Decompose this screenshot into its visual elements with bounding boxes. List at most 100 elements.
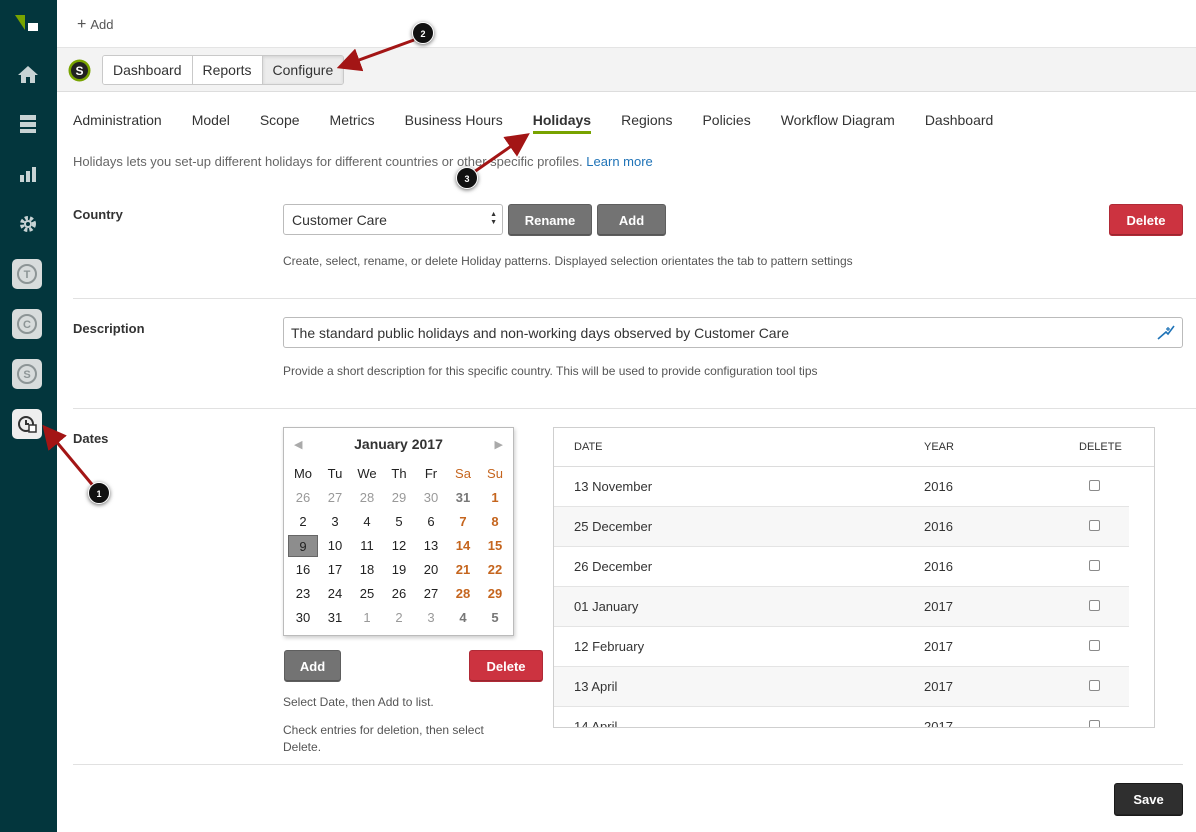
calendar-day[interactable]: 2 (383, 606, 415, 630)
tab-model[interactable]: Model (192, 112, 230, 134)
tab-scope[interactable]: Scope (260, 112, 300, 134)
zendesk-logo-icon[interactable] (14, 12, 40, 34)
holiday-date: 13 November (574, 479, 653, 494)
calendar-day[interactable]: 10 (319, 534, 351, 558)
dates-help-add: Select Date, then Add to list. (283, 695, 434, 709)
tab-metrics[interactable]: Metrics (330, 112, 375, 134)
dates-help-delete: Check entries for deletion, then select … (283, 723, 484, 754)
tab-workflow-diagram[interactable]: Workflow Diagram (781, 112, 895, 134)
app-tab-configure[interactable]: Configure (262, 56, 344, 84)
calendar-day[interactable]: 26 (287, 486, 319, 510)
calendar-day[interactable]: 1 (351, 606, 383, 630)
calendar-day[interactable]: 26 (383, 582, 415, 606)
table-row: 14 April 2017 (554, 707, 1129, 728)
delete-checkbox[interactable] (1089, 680, 1100, 691)
app-tab-dashboard[interactable]: Dashboard (103, 56, 193, 84)
app-t-icon[interactable]: T (12, 259, 42, 289)
calendar-day[interactable]: 4 (447, 606, 479, 630)
calendar-day[interactable]: 11 (351, 534, 383, 558)
calendar-day[interactable]: 20 (415, 558, 447, 582)
holiday-year: 2017 (924, 639, 953, 654)
calendar-day[interactable]: 6 (415, 510, 447, 534)
delete-checkbox[interactable] (1089, 600, 1100, 611)
calendar-day[interactable]: 21 (447, 558, 479, 582)
calendar-day[interactable]: 28 (447, 582, 479, 606)
svg-text:T: T (24, 269, 31, 281)
calendar-day[interactable]: 29 (383, 486, 415, 510)
tab-policies[interactable]: Policies (702, 112, 750, 134)
calendar-day[interactable]: 27 (415, 582, 447, 606)
add-country-button[interactable]: Add (597, 204, 666, 236)
calendar-day[interactable]: 15 (479, 534, 511, 558)
calendar-day[interactable]: 4 (351, 510, 383, 534)
calendar-day[interactable]: 3 (319, 510, 351, 534)
home-icon[interactable] (14, 60, 42, 88)
calendar-day-selected: 9 (288, 535, 318, 557)
calendar-day[interactable]: 2 (287, 510, 319, 534)
svg-text:S: S (23, 369, 30, 381)
table-row: 13 November 2016 (554, 467, 1129, 507)
calendar-day[interactable]: 27 (319, 486, 351, 510)
delete-checkbox[interactable] (1089, 520, 1100, 531)
calendar-day[interactable]: 5 (479, 606, 511, 630)
calendar-day[interactable]: 9 (287, 534, 319, 558)
calendar-next-icon[interactable]: ▶ (495, 438, 503, 451)
delete-checkbox[interactable] (1089, 560, 1100, 571)
delete-checkbox[interactable] (1089, 640, 1100, 651)
add-new-link[interactable]: + Add (77, 17, 114, 33)
calendar-day[interactable]: 28 (351, 486, 383, 510)
add-new-label: Add (90, 17, 114, 32)
tab-holidays[interactable]: Holidays (532, 112, 592, 134)
annotation-badge-3: 3 (456, 167, 478, 189)
edit-pen-icon[interactable] (1156, 323, 1176, 341)
country-select[interactable]: Customer Care ▲ ▼ (283, 204, 503, 235)
reporting-icon[interactable] (14, 160, 42, 188)
description-input[interactable]: The standard public holidays and non-wor… (283, 317, 1183, 348)
divider (73, 408, 1196, 409)
app-tab-reports[interactable]: Reports (192, 56, 263, 84)
app-c-icon[interactable]: C (12, 309, 42, 339)
calendar-day[interactable]: 23 (287, 582, 319, 606)
holiday-date: 14 April (574, 719, 618, 728)
tab-business-hours[interactable]: Business Hours (405, 112, 503, 134)
calendar-day[interactable]: 5 (383, 510, 415, 534)
save-button[interactable]: Save (1114, 783, 1183, 816)
calendar-day[interactable]: 14 (447, 534, 479, 558)
settings-gear-icon[interactable] (14, 210, 42, 238)
calendar-day[interactable]: 7 (447, 510, 479, 534)
holiday-year: 2017 (924, 719, 953, 728)
calendar-day[interactable]: 22 (479, 558, 511, 582)
calendar-day[interactable]: 16 (287, 558, 319, 582)
calendar-day[interactable]: 19 (383, 558, 415, 582)
calendar-day[interactable]: 12 (383, 534, 415, 558)
table-row: 26 December 2016 (554, 547, 1129, 587)
delete-checkbox[interactable] (1089, 480, 1100, 491)
tab-regions[interactable]: Regions (621, 112, 672, 134)
table-header: DATE YEAR DELETE (554, 428, 1154, 467)
delete-checkbox[interactable] (1089, 720, 1100, 727)
learn-more-link[interactable]: Learn more (586, 154, 652, 169)
delete-dates-button[interactable]: Delete (469, 650, 543, 682)
calendar-day[interactable]: 3 (415, 606, 447, 630)
delete-country-button[interactable]: Delete (1109, 204, 1183, 236)
calendar-day[interactable]: 31 (447, 486, 479, 510)
calendar-day[interactable]: 25 (351, 582, 383, 606)
tab-dashboard[interactable]: Dashboard (925, 112, 994, 134)
app-s-icon[interactable]: S (12, 359, 42, 389)
calendar-day[interactable]: 17 (319, 558, 351, 582)
svg-text:S: S (75, 64, 83, 78)
calendar-day[interactable]: 30 (415, 486, 447, 510)
calendar-day[interactable]: 29 (479, 582, 511, 606)
calendar-day[interactable]: 13 (415, 534, 447, 558)
calendar-day[interactable]: 30 (287, 606, 319, 630)
calendar-day[interactable]: 31 (319, 606, 351, 630)
calendar-day[interactable]: 18 (351, 558, 383, 582)
calendar-day[interactable]: 8 (479, 510, 511, 534)
app-timer-icon[interactable] (12, 409, 42, 439)
tab-administration[interactable]: Administration (73, 112, 162, 134)
rename-button[interactable]: Rename (508, 204, 592, 236)
add-date-button[interactable]: Add (284, 650, 341, 682)
calendar-day[interactable]: 24 (319, 582, 351, 606)
calendar-day[interactable]: 1 (479, 486, 511, 510)
views-icon[interactable] (14, 110, 42, 138)
